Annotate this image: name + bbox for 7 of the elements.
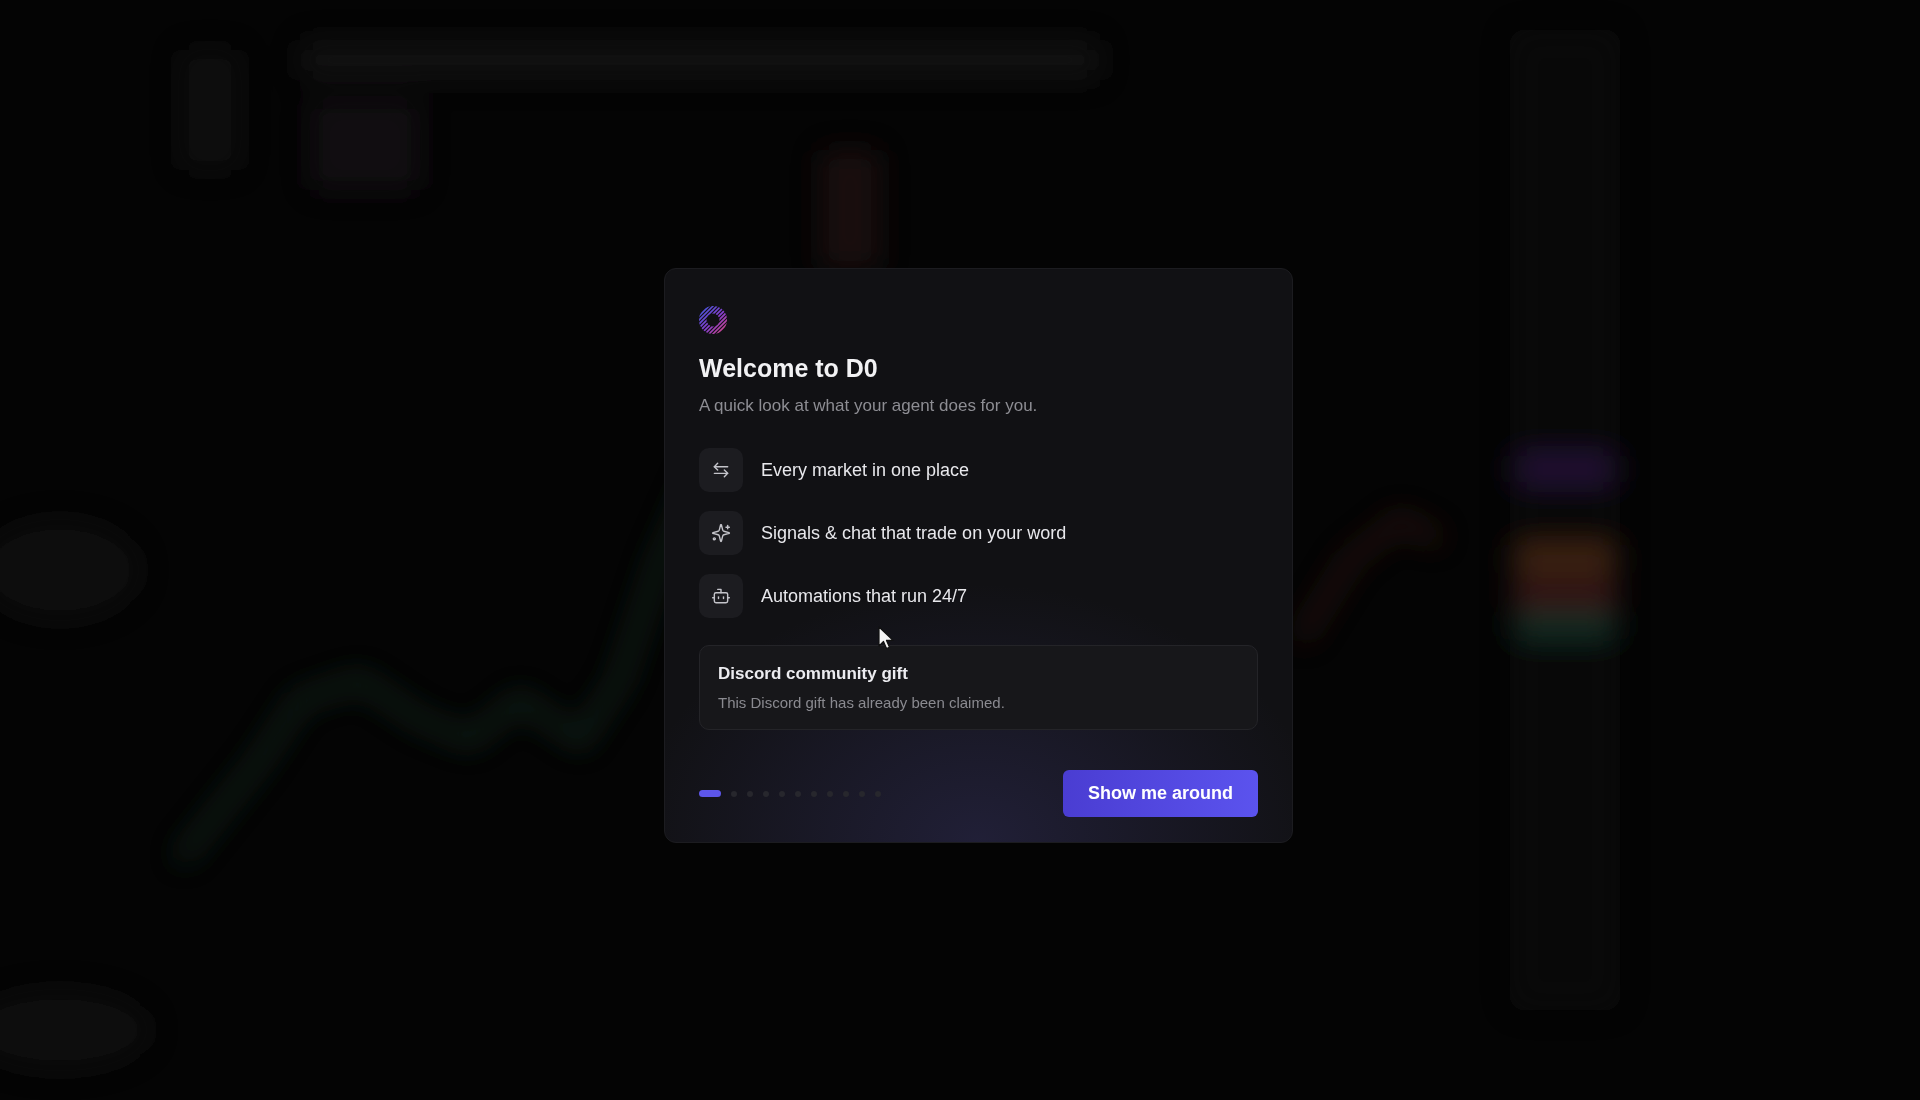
feature-label: Signals & chat that trade on your word: [761, 522, 1067, 545]
dialog-title: Welcome to D0: [699, 353, 878, 384]
notice-title: Discord community gift: [718, 663, 908, 685]
dialog-subtitle: A quick look at what your agent does for you.: [699, 395, 1038, 417]
feature-label: Every market in one place: [761, 459, 970, 482]
notice-text: This Discord gift has already been claimed.: [718, 693, 1005, 713]
feature-label: Automations that run 24/7: [761, 585, 968, 608]
